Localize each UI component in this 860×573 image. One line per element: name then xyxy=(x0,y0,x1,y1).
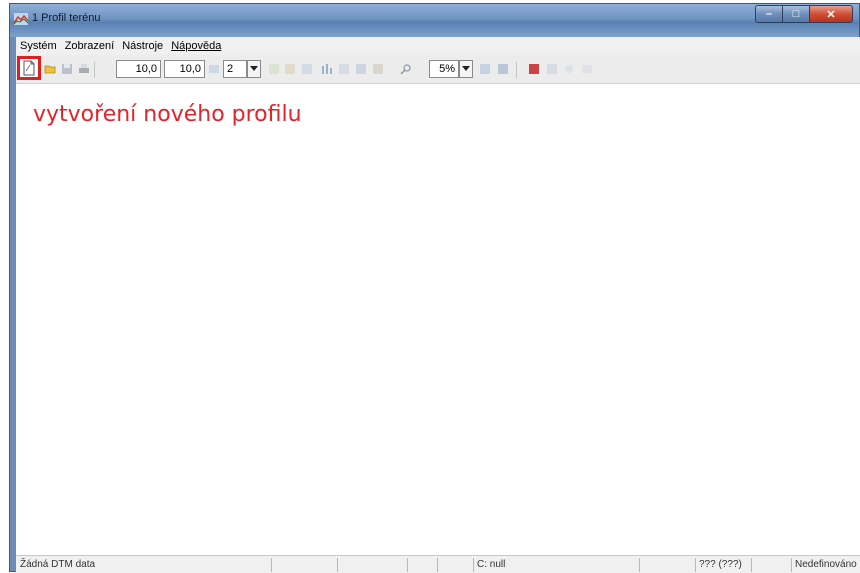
save-icon[interactable] xyxy=(61,63,73,75)
maximize-button[interactable]: □ xyxy=(782,5,809,23)
status-cell-empty xyxy=(639,558,695,572)
toolbar-separator xyxy=(94,62,95,78)
table-icon[interactable] xyxy=(338,63,350,75)
new-profile-icon xyxy=(23,60,35,76)
status-units: ??? (???) xyxy=(695,558,751,572)
status-cell-empty xyxy=(751,558,791,572)
step-combo-dropdown[interactable] xyxy=(247,60,261,78)
status-dtm: Žádná DTM data xyxy=(20,559,96,570)
bar-chart-icon[interactable] xyxy=(321,63,333,75)
dtm-icon[interactable] xyxy=(497,63,509,75)
close-button[interactable]: ✕ xyxy=(809,5,853,23)
title-bar[interactable]: 1 Profil terénu – □ ✕ xyxy=(10,4,859,37)
status-coord: C: null xyxy=(473,558,639,572)
step-combo[interactable]: 2 xyxy=(223,60,247,78)
refresh-icon[interactable] xyxy=(563,63,575,75)
status-bar: Žádná DTM data C: null ??? (???) Nedefin… xyxy=(16,555,860,573)
camera-icon[interactable] xyxy=(581,63,593,75)
status-cell-empty xyxy=(271,558,337,572)
zoom-combo-dropdown[interactable] xyxy=(459,60,473,78)
coordinate-y-field[interactable]: 10,0 xyxy=(164,60,205,78)
menu-help[interactable]: Nápověda xyxy=(167,40,225,52)
status-cell-empty xyxy=(337,558,407,572)
layers-icon[interactable] xyxy=(372,63,384,75)
info-icon[interactable] xyxy=(546,63,558,75)
maximize-icon: □ xyxy=(792,8,800,20)
chart-icon[interactable] xyxy=(268,63,280,75)
close-icon: ✕ xyxy=(826,8,836,21)
menu-view[interactable]: Zobrazení xyxy=(61,40,119,52)
status-cell-empty xyxy=(407,558,437,572)
grid-icon[interactable] xyxy=(301,63,313,75)
menu-tools[interactable]: Nástroje xyxy=(118,40,167,52)
edit-icon[interactable] xyxy=(208,63,220,75)
status-state: Nedefinováno xyxy=(791,558,860,572)
menu-bar: Systém Zobrazení Nástroje Nápověda xyxy=(16,37,860,55)
magnifier-icon[interactable] xyxy=(400,63,412,75)
app-logo-icon xyxy=(14,13,28,25)
minimize-icon: – xyxy=(765,8,773,20)
view-icon[interactable] xyxy=(528,63,540,75)
status-cell-empty xyxy=(437,558,473,572)
window-title: 1 Profil terénu xyxy=(32,12,101,24)
app-window: 1 Profil terénu – □ ✕ Systém Zobrazení N… xyxy=(9,3,860,573)
list-icon[interactable] xyxy=(479,63,491,75)
export-icon[interactable] xyxy=(355,63,367,75)
minimize-button[interactable]: – xyxy=(755,5,782,23)
toolbar-separator xyxy=(516,62,517,78)
coordinate-x-field[interactable]: 10,0 xyxy=(116,60,161,78)
toolbar: 10,0 10,0 2 5% xyxy=(16,55,860,84)
new-profile-button[interactable] xyxy=(17,56,41,80)
chevron-down-icon xyxy=(462,66,470,71)
print-icon[interactable] xyxy=(78,63,90,75)
crosshair-icon[interactable] xyxy=(284,63,296,75)
menu-system[interactable]: Systém xyxy=(16,40,61,52)
open-folder-icon[interactable] xyxy=(44,63,56,75)
chevron-down-icon xyxy=(250,66,258,71)
annotation-label: vytvoření nového profilu xyxy=(33,102,302,127)
window-controls: – □ ✕ xyxy=(755,5,853,24)
zoom-combo[interactable]: 5% xyxy=(429,60,459,78)
